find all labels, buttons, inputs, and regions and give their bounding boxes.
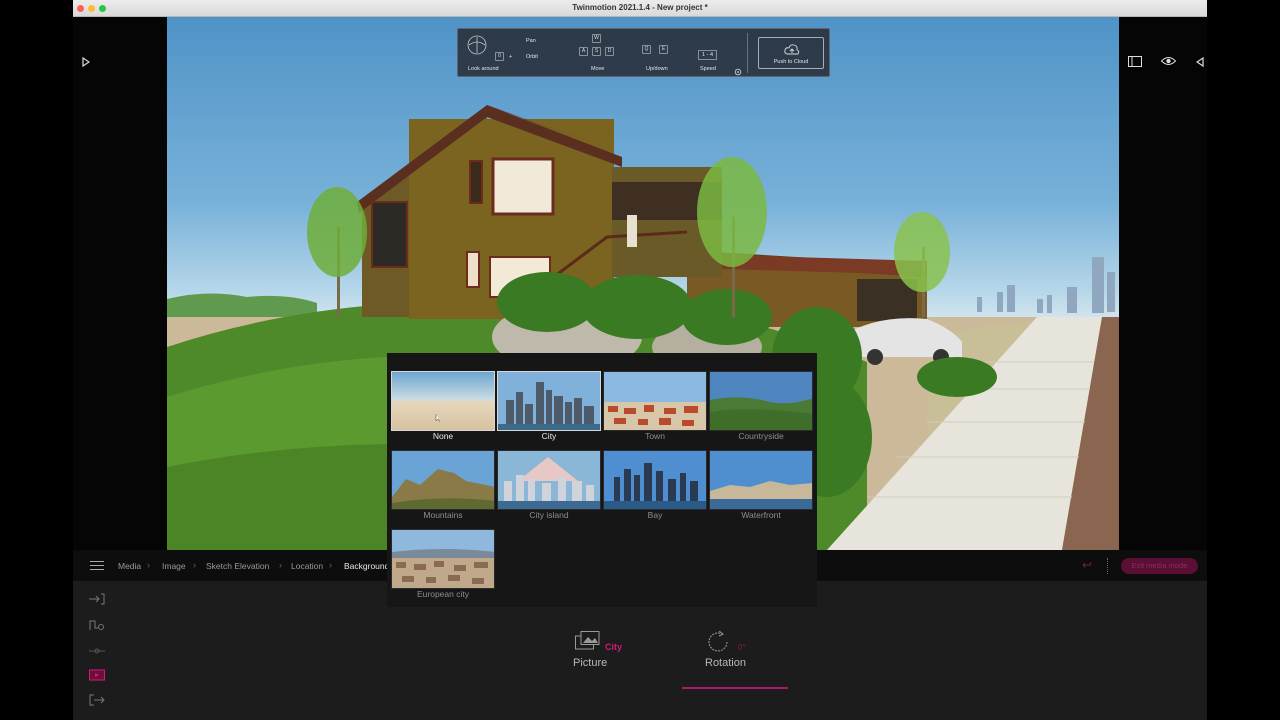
rotation-selected-indicator xyxy=(682,687,788,689)
bg-thumb-mountains[interactable] xyxy=(391,450,495,510)
bg-thumb-city-island[interactable] xyxy=(497,450,601,510)
push-to-cloud-button[interactable]: Push to Cloud xyxy=(758,37,824,69)
panel-toggle-icon[interactable] xyxy=(1128,56,1142,70)
media-icon[interactable] xyxy=(89,669,105,684)
bg-label-mountains: Mountains xyxy=(423,510,463,520)
key-q: Q xyxy=(642,45,651,54)
toolbar-divider xyxy=(747,33,748,73)
bg-thumb-waterfront[interactable] xyxy=(709,450,813,510)
speed-value[interactable]: 1 - 4 xyxy=(698,50,718,60)
eye-icon[interactable] xyxy=(1160,56,1177,69)
key-w: W xyxy=(592,34,601,43)
move-label: Move xyxy=(591,66,605,72)
rotation-value: 0° xyxy=(738,643,746,652)
breadcrumb-sketch-elevation[interactable]: Sketch Elevation xyxy=(206,561,269,571)
bg-label-countryside: Countryside xyxy=(738,431,784,441)
bg-label-bay: Bay xyxy=(647,510,663,520)
bg-label-waterfront: Waterfront xyxy=(741,510,781,520)
collapse-right-panel-icon[interactable] xyxy=(1195,56,1204,70)
orbit-label: Orbit xyxy=(526,54,538,60)
picture-label[interactable]: Picture xyxy=(573,657,607,669)
bg-label-none: None xyxy=(432,431,454,441)
updown-label: Up/down xyxy=(646,66,668,72)
bg-label-city: City xyxy=(541,431,557,441)
hamburger-menu-icon[interactable] xyxy=(90,561,104,570)
breadcrumb-location[interactable]: Location xyxy=(291,561,323,571)
bg-label-town: Town xyxy=(645,431,665,441)
rotation-label[interactable]: Rotation xyxy=(705,657,746,669)
push-to-cloud-label: Push to Cloud xyxy=(773,59,809,65)
expand-left-panel-icon[interactable] xyxy=(82,56,91,70)
picture-value: City xyxy=(605,642,623,652)
bg-thumb-european-city[interactable] xyxy=(391,529,495,589)
bg-label-city-island: City island xyxy=(529,510,569,520)
picture-icon[interactable] xyxy=(575,631,601,656)
bg-thumb-bay[interactable] xyxy=(603,450,707,510)
bg-thumb-countryside[interactable] xyxy=(709,371,813,431)
import-icon[interactable] xyxy=(89,593,105,608)
speed-label: Speed xyxy=(700,66,716,72)
breadcrumb-image[interactable]: Image xyxy=(162,561,186,571)
bg-label-european-city: European city xyxy=(417,589,469,599)
key-a: A xyxy=(579,47,588,56)
bg-thumb-town[interactable] xyxy=(603,371,707,431)
key-s: S xyxy=(592,47,601,56)
settings-gear-icon[interactable] xyxy=(734,63,742,81)
background-picker: None City Town Countryside Mountains Cit… xyxy=(387,353,817,607)
breadcrumb-background[interactable]: Background xyxy=(344,561,389,571)
pan-label: Pan xyxy=(526,38,536,44)
look-around-icon[interactable] xyxy=(467,35,487,60)
chevron-right-icon: › xyxy=(147,560,150,570)
look-around-label: Look around xyxy=(468,66,499,72)
key-d: D xyxy=(605,47,614,56)
key-e: E xyxy=(659,45,668,54)
path-icon[interactable] xyxy=(89,619,105,634)
export-icon[interactable] xyxy=(89,694,105,709)
key-zero: 0 xyxy=(495,52,504,61)
chevron-right-icon: › xyxy=(329,560,332,570)
bg-thumb-city[interactable] xyxy=(497,371,601,431)
window-title: Twinmotion 2021.1.4 - New project * xyxy=(572,3,708,12)
bg-thumb-none[interactable] xyxy=(391,371,495,431)
slider-icon[interactable] xyxy=(89,645,105,659)
undo-icon[interactable]: ↩ xyxy=(1082,558,1092,572)
toolbar-separator xyxy=(1107,558,1108,574)
window-titlebar: Twinmotion 2021.1.4 - New project * xyxy=(73,0,1207,17)
chevron-right-icon: › xyxy=(193,560,196,570)
breadcrumb-media[interactable]: Media xyxy=(118,561,141,571)
exit-media-mode-button[interactable]: Exit media mode xyxy=(1121,558,1198,574)
rotation-icon[interactable] xyxy=(707,630,731,658)
plus-sign: + xyxy=(509,54,513,60)
navigation-toolbar: Look around 0 + Pan Orbit W A S D Move Q… xyxy=(457,28,830,77)
chevron-right-icon: › xyxy=(279,560,282,570)
